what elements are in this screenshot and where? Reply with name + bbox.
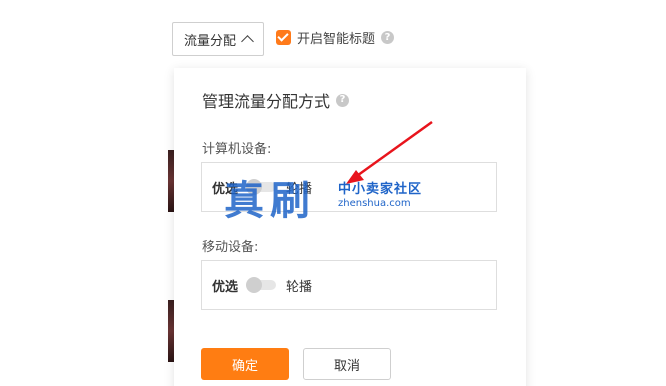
watermark-logo: 真刷 bbox=[224, 177, 316, 224]
annotation-arrow bbox=[346, 120, 433, 184]
watermark-url: zhenshua.com bbox=[338, 198, 411, 209]
page: 流量分配 开启智能标题 ? 管理流量分配方式 ? 计算机设备: 优选 轮播 移动… bbox=[0, 0, 666, 386]
arrow-line bbox=[353, 120, 433, 180]
watermark-subtitle: 中小卖家社区 bbox=[338, 182, 423, 197]
